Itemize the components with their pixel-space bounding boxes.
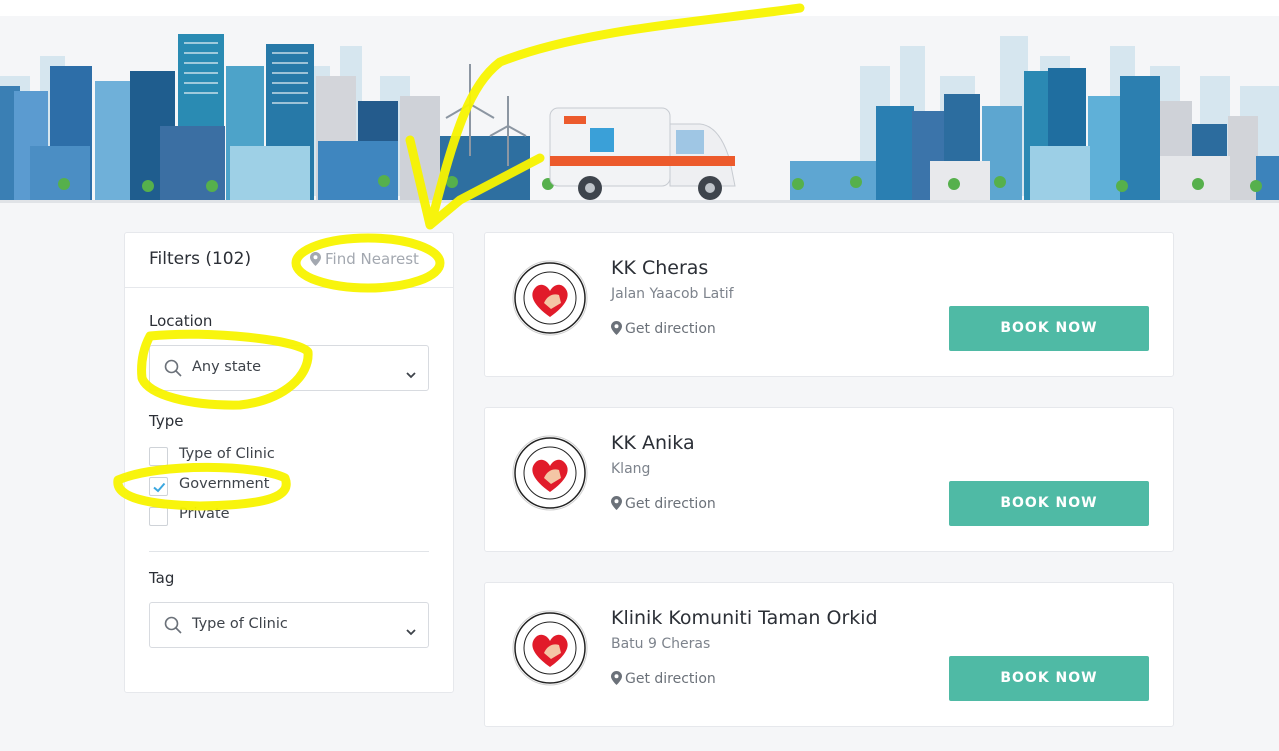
chevron-down-icon — [406, 364, 416, 383]
find-nearest-button[interactable]: Find Nearest — [310, 250, 419, 270]
clinic-address: Jalan Yaacob Latif — [611, 286, 734, 302]
filters-header: Filters (102) Find Nearest — [125, 233, 453, 288]
find-nearest-label: Find Nearest — [325, 250, 419, 268]
checkbox[interactable] — [149, 477, 168, 496]
chevron-down-icon — [406, 621, 416, 640]
type-option-government[interactable]: Government — [149, 475, 349, 497]
get-direction-label: Get direction — [625, 496, 716, 512]
get-direction-link[interactable]: Get direction — [611, 496, 716, 514]
clinic-address: Klang — [611, 461, 651, 477]
checkbox[interactable] — [149, 507, 168, 526]
city-banner-illustration — [0, 16, 1279, 203]
book-now-button[interactable]: BOOK NOW — [949, 306, 1149, 351]
clinic-card: KK Anika Klang Get direction BOOK NOW — [484, 407, 1174, 552]
search-icon — [164, 359, 182, 381]
filters-panel: Filters (102) Find Nearest Location Any … — [124, 232, 454, 693]
tag-select[interactable]: Type of Clinic — [149, 602, 429, 648]
tag-label: Tag — [149, 569, 175, 587]
type-option-label: Government — [179, 476, 270, 492]
clinic-name[interactable]: Klinik Komuniti Taman Orkid — [611, 607, 878, 629]
map-pin-icon — [611, 321, 622, 339]
clinic-name[interactable]: KK Anika — [611, 432, 695, 454]
check-icon — [153, 482, 166, 493]
get-direction-link[interactable]: Get direction — [611, 321, 716, 339]
clinic-card: KK Cheras Jalan Yaacob Latif Get directi… — [484, 232, 1174, 377]
map-pin-icon — [310, 252, 321, 270]
book-now-button[interactable]: BOOK NOW — [949, 481, 1149, 526]
type-option-label: Type of Clinic — [179, 446, 275, 462]
type-label: Type — [149, 412, 184, 430]
divider — [149, 551, 429, 552]
clinic-card: Klinik Komuniti Taman Orkid Batu 9 Chera… — [484, 582, 1174, 727]
tag-value: Type of Clinic — [192, 616, 288, 632]
search-icon — [164, 616, 182, 638]
book-now-button[interactable]: BOOK NOW — [949, 656, 1149, 701]
checkbox[interactable] — [149, 447, 168, 466]
type-option-type-of-clinic[interactable]: Type of Clinic — [149, 445, 349, 467]
get-direction-link[interactable]: Get direction — [611, 671, 716, 689]
type-option-private[interactable]: Private — [149, 505, 349, 527]
kkm-logo — [511, 609, 589, 687]
get-direction-label: Get direction — [625, 321, 716, 337]
location-value: Any state — [192, 359, 262, 375]
clinic-name[interactable]: KK Cheras — [611, 257, 708, 279]
kkm-logo — [511, 434, 589, 512]
map-pin-icon — [611, 671, 622, 689]
filters-title: Filters (102) — [149, 249, 252, 269]
location-select[interactable]: Any state — [149, 345, 429, 391]
clinic-address: Batu 9 Cheras — [611, 636, 711, 652]
location-label: Location — [149, 312, 213, 330]
get-direction-label: Get direction — [625, 671, 716, 687]
type-option-label: Private — [179, 506, 230, 522]
map-pin-icon — [611, 496, 622, 514]
kkm-logo — [511, 259, 589, 337]
top-bar — [0, 0, 1279, 16]
